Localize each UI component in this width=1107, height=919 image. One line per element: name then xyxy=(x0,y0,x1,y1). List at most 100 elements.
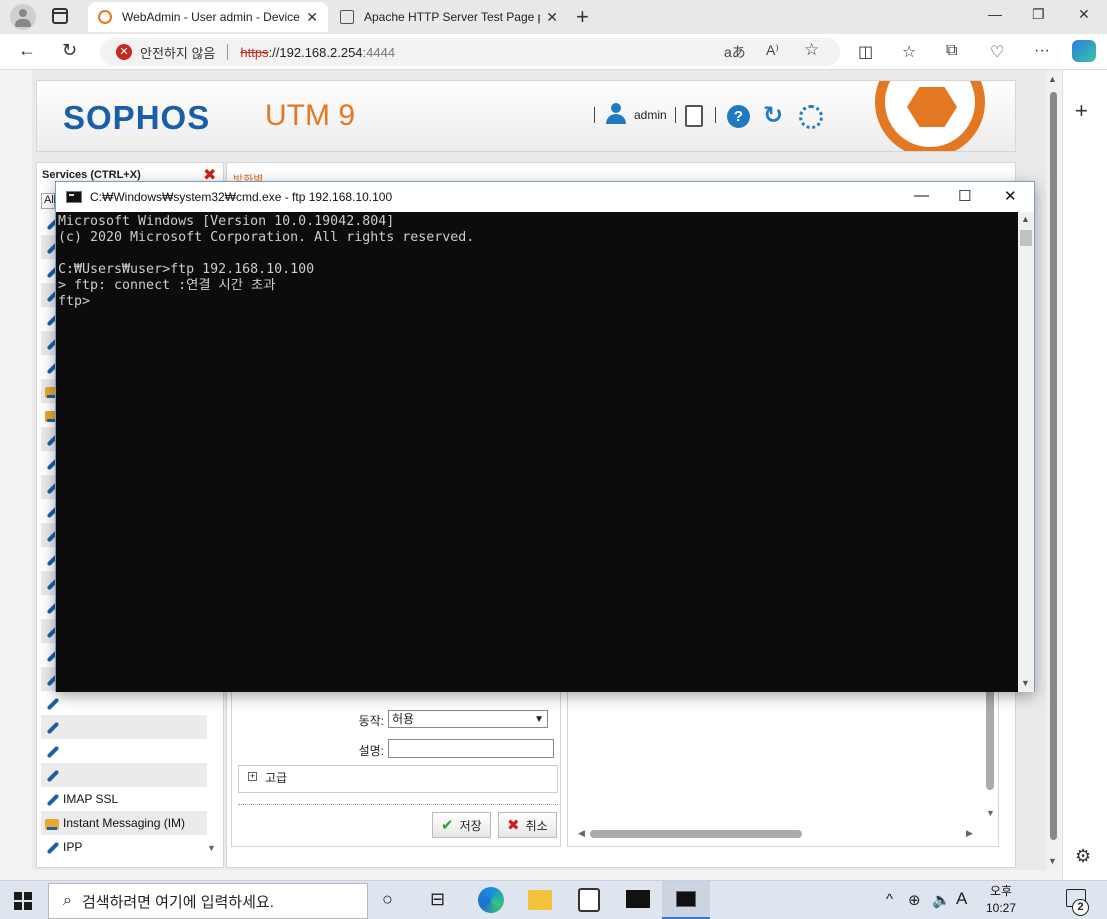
divider xyxy=(715,107,716,123)
task-view-icon[interactable]: ⊟ xyxy=(430,889,445,910)
document-favicon-icon xyxy=(340,10,354,24)
maximize-icon[interactable]: ☐ xyxy=(958,187,971,205)
close-window-icon[interactable]: ✕ xyxy=(1078,6,1090,23)
translate-icon[interactable]: aあ xyxy=(724,42,746,62)
restore-icon[interactable]: ❐ xyxy=(1032,6,1045,23)
store-icon[interactable] xyxy=(578,888,600,912)
page-scrollbar[interactable]: ▲ ▼ xyxy=(1046,70,1060,870)
username[interactable]: admin xyxy=(634,108,667,122)
profile-avatar-icon[interactable] xyxy=(10,4,36,30)
cmd-taskbar-button[interactable] xyxy=(662,881,710,919)
windows-taskbar: ⌕ 검색하려면 여기에 입력하세요. ○ ⊟ ^ ⊕ 🔈 A 오후 10:27 … xyxy=(0,880,1107,919)
help-icon[interactable]: ? xyxy=(727,105,750,128)
copilot-icon[interactable] xyxy=(1072,40,1096,62)
clipboard-icon[interactable] xyxy=(685,105,703,127)
back-arrow-icon[interactable]: ← xyxy=(18,40,36,61)
description-input[interactable] xyxy=(388,739,554,758)
edge-browser-icon[interactable] xyxy=(478,887,504,913)
service-list-item[interactable] xyxy=(41,715,207,739)
chevron-down-icon: ▼ xyxy=(534,714,544,725)
minimize-icon[interactable]: — xyxy=(988,6,1002,22)
url-scheme: https xyxy=(240,44,269,60)
service-group-folder-icon xyxy=(45,818,59,830)
cmd-title: C:₩Windows₩system32₩cmd.exe - ftp 192.16… xyxy=(90,190,393,204)
refresh-icon[interactable]: ↻ xyxy=(763,101,783,130)
cmd-window[interactable]: C:₩Windows₩system32₩cmd.exe - ftp 192.16… xyxy=(55,181,1035,692)
tab-apache-test-page[interactable]: Apache HTTP Server Test Page powered by … xyxy=(330,2,568,32)
minimize-icon[interactable]: — xyxy=(914,187,929,204)
more-menu-icon[interactable]: ··· xyxy=(1034,42,1050,60)
product-name: UTM 9 xyxy=(265,99,355,132)
read-aloud-icon[interactable]: A⁾ xyxy=(766,42,779,59)
file-explorer-icon[interactable] xyxy=(528,890,552,910)
tab-webadmin[interactable]: WebAdmin - User admin - Device ✕ xyxy=(88,2,328,32)
divider xyxy=(238,804,558,805)
expand-plus-icon[interactable]: + xyxy=(248,772,257,781)
advanced-section[interactable]: + 고급 xyxy=(238,765,558,793)
scrollbar-thumb[interactable] xyxy=(1020,230,1032,246)
show-hidden-icons-chevron-icon[interactable]: ^ xyxy=(886,891,893,908)
not-secure-icon[interactable]: ✕ xyxy=(116,44,132,60)
new-tab-plus-icon[interactable]: + xyxy=(576,4,589,30)
service-list-item[interactable]: IPP xyxy=(41,835,207,857)
cross-icon: ✖ xyxy=(507,817,520,834)
ime-indicator[interactable]: A xyxy=(956,889,967,909)
browser-essentials-icon[interactable]: ♡ xyxy=(990,42,1004,62)
service-list-item[interactable] xyxy=(41,763,207,787)
sophos-header: SOPHOS UTM 9 admin ? ↻ xyxy=(36,80,1016,152)
close-window-icon[interactable]: ✕ xyxy=(1004,187,1017,205)
scroll-down-arrow-icon[interactable]: ▼ xyxy=(207,843,216,853)
favorites-icon[interactable]: ☆ xyxy=(902,42,916,62)
network-globe-icon[interactable]: ⊕ xyxy=(908,891,921,909)
volume-icon[interactable]: 🔈 xyxy=(932,891,951,909)
reload-icon[interactable]: ↻ xyxy=(62,40,77,61)
start-windows-icon[interactable] xyxy=(14,892,32,910)
save-button[interactable]: ✔ 저장 xyxy=(432,812,491,838)
horizontal-scrollbar-thumb[interactable] xyxy=(590,830,802,838)
taskbar-search-box[interactable]: ⌕ 검색하려면 여기에 입력하세요. xyxy=(48,883,368,919)
address-bar[interactable]: ✕ 안전하지 않음 https ://192.168.2.254 :4444 a… xyxy=(100,38,840,66)
scroll-left-arrow-icon[interactable]: ◀ xyxy=(578,828,585,839)
favorite-star-icon[interactable]: ☆ xyxy=(804,40,819,60)
tab-close-icon[interactable]: ✕ xyxy=(306,9,318,26)
vertical-scrollbar-thumb[interactable] xyxy=(986,682,994,790)
description-label: 설명: xyxy=(358,744,384,758)
scroll-down-arrow-icon[interactable]: ▼ xyxy=(986,808,995,818)
sidebar-settings-gear-icon[interactable]: ⚙ xyxy=(1075,846,1091,867)
search-icon: ⌕ xyxy=(63,892,72,909)
collections-icon[interactable]: ⧉ xyxy=(946,42,957,60)
split-screen-icon[interactable]: ◫ xyxy=(858,42,873,62)
cmd-titlebar[interactable]: C:₩Windows₩system32₩cmd.exe - ftp 192.16… xyxy=(56,182,1034,212)
add-sidebar-app-icon[interactable]: + xyxy=(1075,98,1088,124)
scroll-up-arrow-icon[interactable]: ▲ xyxy=(1021,214,1030,224)
scroll-up-arrow-icon[interactable]: ▲ xyxy=(1048,74,1057,84)
panel-title: Services (CTRL+X) xyxy=(42,169,141,181)
activity-spinner-icon[interactable] xyxy=(799,105,823,129)
scroll-down-arrow-icon[interactable]: ▼ xyxy=(1021,678,1030,688)
divider xyxy=(594,107,595,123)
rule-form: 동작: 허용 ▼ 설명: + 고급 ✔ 저장 ✖ 취소 xyxy=(231,691,561,847)
tab-close-icon[interactable]: ✕ xyxy=(546,9,558,26)
service-link-icon xyxy=(45,840,59,854)
terminal-output[interactable]: Microsoft Windows [Version 10.0.19042.80… xyxy=(56,212,1018,692)
cmd-app-icon xyxy=(676,891,696,907)
service-list-item[interactable] xyxy=(41,739,207,763)
filter-select[interactable]: All xyxy=(41,193,56,209)
service-list-item[interactable]: Instant Messaging (IM) xyxy=(41,811,207,835)
clock[interactable]: 오후 10:27 2024-04-25 xyxy=(978,883,1024,919)
action-select[interactable]: 허용 ▼ xyxy=(388,710,548,728)
cmd-app-icon xyxy=(66,191,82,203)
tab-actions-icon[interactable] xyxy=(52,8,68,24)
security-warning-text[interactable]: 안전하지 않음 xyxy=(140,43,215,62)
scrollbar-thumb[interactable] xyxy=(1050,92,1057,840)
scroll-down-arrow-icon[interactable]: ▼ xyxy=(1048,856,1057,866)
terminal-scrollbar[interactable]: ▲ ▼ xyxy=(1018,212,1034,692)
cortana-circle-icon[interactable]: ○ xyxy=(382,889,393,910)
scroll-right-arrow-icon[interactable]: ▶ xyxy=(966,828,973,839)
service-list-item[interactable] xyxy=(41,691,207,715)
mail-icon[interactable] xyxy=(626,890,650,908)
cancel-button[interactable]: ✖ 취소 xyxy=(498,812,557,838)
service-list-item[interactable]: IMAP SSL xyxy=(41,787,207,811)
search-placeholder: 검색하려면 여기에 입력하세요. xyxy=(81,893,274,911)
service-link-icon xyxy=(45,768,59,782)
